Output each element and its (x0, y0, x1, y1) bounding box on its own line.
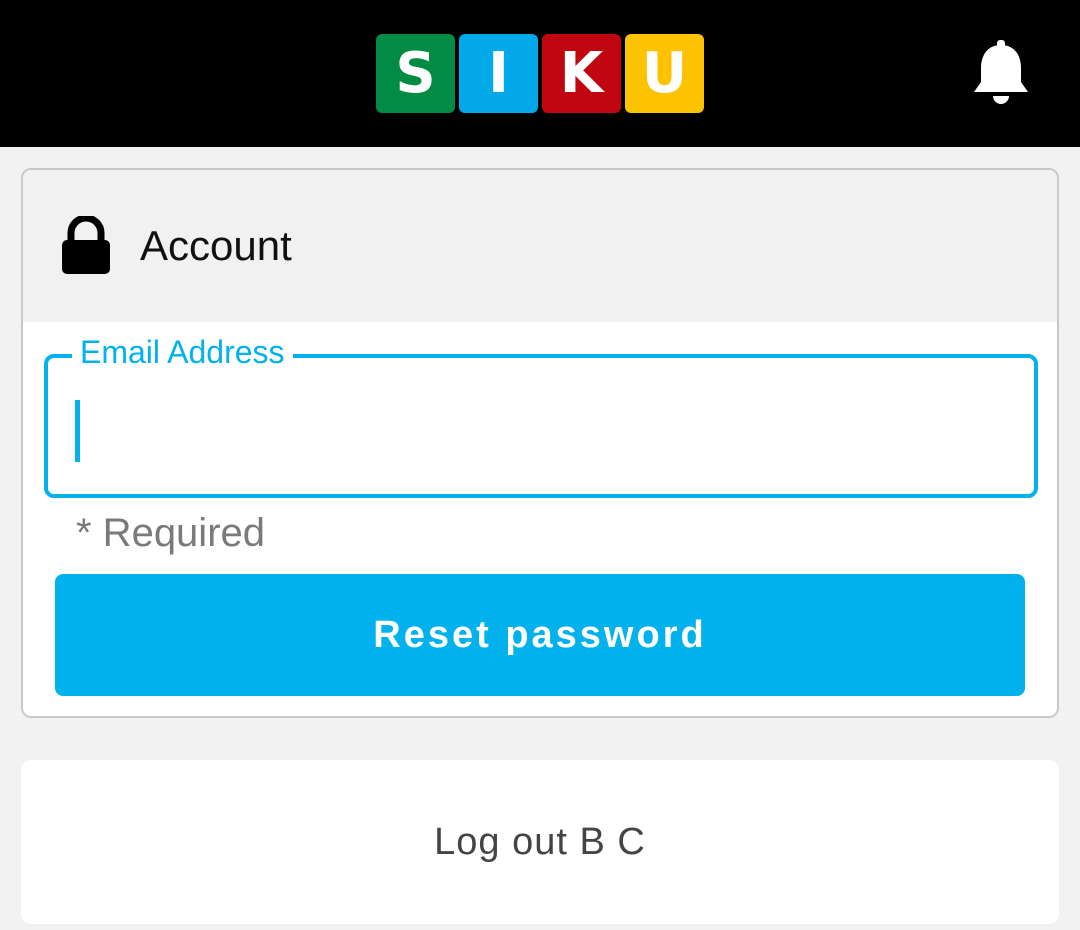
logo-tile-s: S (376, 34, 455, 113)
app-header: S I K U (0, 0, 1080, 147)
email-field[interactable]: Email Address (44, 332, 1038, 498)
logout-button[interactable]: Log out B C (21, 760, 1059, 924)
siku-logo[interactable]: S I K U (376, 34, 704, 113)
reset-password-button[interactable]: Reset password (55, 574, 1025, 696)
account-card-header: Account (23, 170, 1057, 322)
account-title: Account (140, 222, 292, 269)
lock-icon (60, 214, 112, 274)
required-helper-text: * Required (76, 511, 266, 555)
logo-tile-i: I (459, 34, 538, 113)
account-card: Account Email Address * Required Reset p… (21, 168, 1059, 718)
logo-tile-k: K (542, 34, 621, 113)
logo-tile-u: U (625, 34, 704, 113)
email-field-label: Email Address (72, 332, 293, 372)
bell-icon[interactable] (970, 40, 1032, 106)
logout-label: Log out B C (434, 820, 646, 863)
text-caret (75, 400, 80, 462)
